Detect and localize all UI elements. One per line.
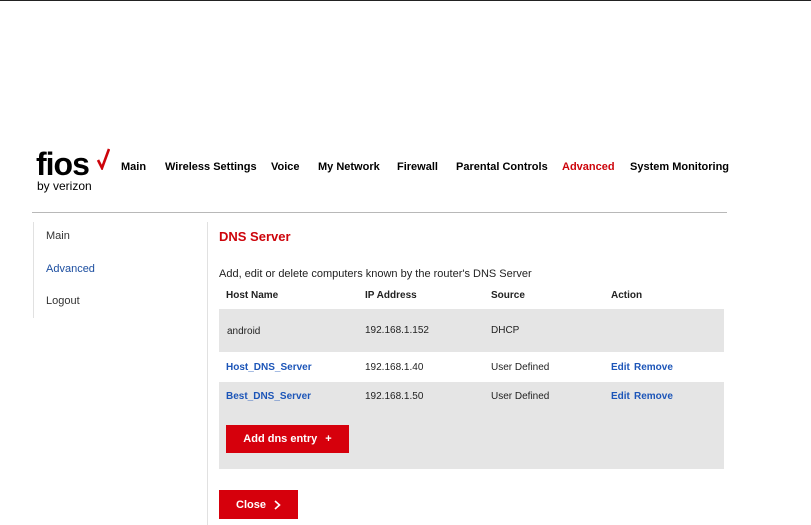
- add-dns-entry-button[interactable]: Add dns entry +: [226, 425, 349, 453]
- ip-address-cell: 192.168.1.152: [365, 325, 429, 336]
- col-header-ip-address: IP Address: [365, 290, 417, 301]
- source-cell: DHCP: [491, 325, 520, 336]
- page-title: DNS Server: [219, 229, 291, 244]
- top-border: [0, 0, 811, 1]
- content-divider: [207, 222, 208, 525]
- plus-icon: +: [325, 433, 332, 445]
- close-label: Close: [236, 498, 266, 511]
- host-name-link[interactable]: Best_DNS_Server: [226, 391, 311, 402]
- source-cell: User Defined: [491, 362, 550, 373]
- sidebar-border: [33, 222, 35, 318]
- sidebar-item-logout[interactable]: Logout: [46, 295, 80, 307]
- nav-divider: [32, 212, 727, 213]
- host-name-cell: android: [227, 326, 261, 337]
- nav-my-network[interactable]: My Network: [318, 161, 380, 173]
- add-dns-entry-label: Add dns entry: [243, 433, 318, 445]
- sidebar-item-advanced[interactable]: Advanced: [46, 263, 95, 275]
- edit-link[interactable]: Edit: [611, 391, 630, 402]
- sidebar-item-main[interactable]: Main: [46, 230, 70, 242]
- fios-logo: fios by verizon: [36, 148, 116, 196]
- nav-system-monitoring[interactable]: System Monitoring: [630, 161, 729, 173]
- table-row: Host_DNS_Server 192.168.1.40 User Define…: [219, 352, 724, 382]
- nav-parental-controls[interactable]: Parental Controls: [456, 161, 548, 173]
- nav-firewall[interactable]: Firewall: [397, 161, 438, 173]
- logo-subtitle: by verizon: [37, 179, 92, 193]
- col-header-action: Action: [611, 290, 643, 301]
- nav-main[interactable]: Main: [121, 161, 146, 173]
- chevron-right-icon: [274, 499, 281, 510]
- ip-address-cell: 192.168.1.50: [365, 391, 424, 402]
- nav-wireless-settings[interactable]: Wireless Settings: [165, 161, 257, 173]
- table-row: android 192.168.1.152 DHCP: [219, 309, 724, 352]
- close-button[interactable]: Close: [219, 490, 298, 519]
- col-header-host-name: Host Name: [226, 290, 279, 301]
- logo-wordmark: fios: [36, 146, 90, 182]
- col-header-source: Source: [491, 290, 525, 301]
- host-name-link[interactable]: Host_DNS_Server: [226, 362, 312, 373]
- nav-advanced[interactable]: Advanced: [562, 161, 615, 173]
- verizon-check-icon: [96, 148, 110, 170]
- source-cell: User Defined: [491, 391, 550, 402]
- nav-voice[interactable]: Voice: [271, 161, 300, 173]
- page-description: Add, edit or delete computers known by t…: [219, 268, 532, 280]
- remove-link[interactable]: Remove: [634, 362, 673, 373]
- edit-link[interactable]: Edit: [611, 362, 630, 373]
- ip-address-cell: 192.168.1.40: [365, 362, 424, 373]
- remove-link[interactable]: Remove: [634, 391, 673, 402]
